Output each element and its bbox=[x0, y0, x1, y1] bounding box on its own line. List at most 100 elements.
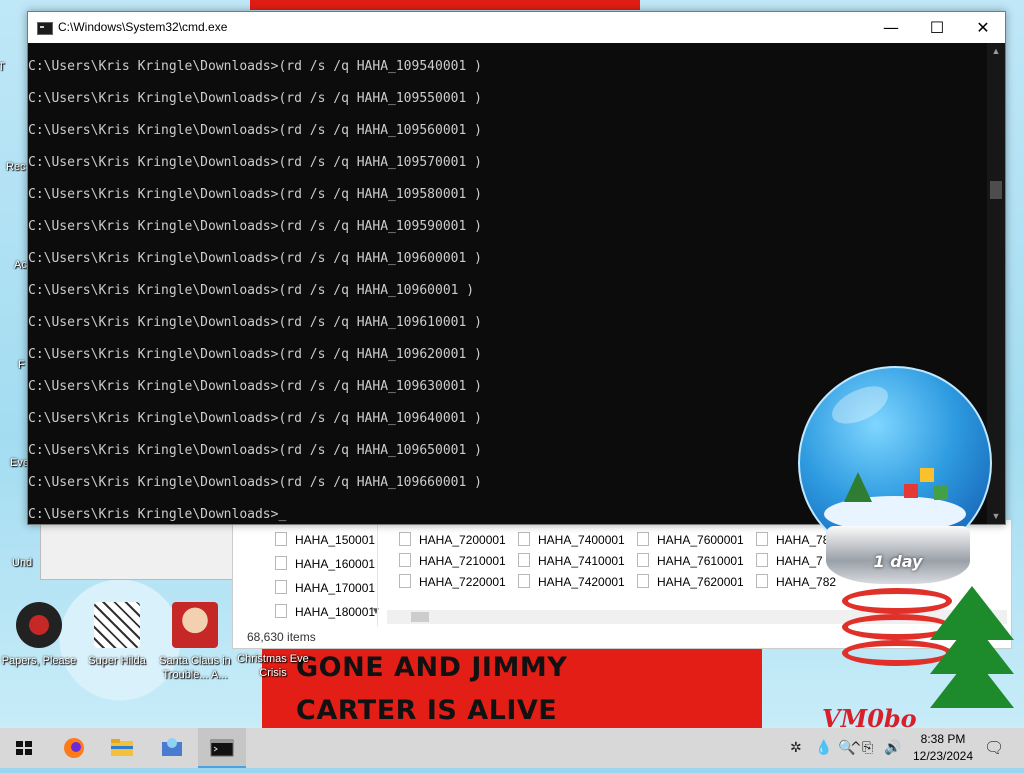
file-name: HAHA_7210001 bbox=[419, 554, 506, 568]
file-item[interactable]: HAHA_78 bbox=[756, 532, 829, 547]
console-line: C:\Users\Kris Kringle\Downloads>(rd /s /… bbox=[28, 475, 482, 490]
network-icon[interactable]: ⎘ bbox=[862, 740, 873, 756]
console-line: C:\Users\Kris Kringle\Downloads>(rd /s /… bbox=[28, 411, 482, 426]
firefox-icon bbox=[64, 738, 84, 758]
desktop-icon-santa-claus[interactable]: Santa Claus in Trouble... A... bbox=[156, 602, 234, 682]
desktop-icon-partial[interactable]: Rec bbox=[6, 160, 28, 174]
console-line: C:\Users\Kris Kringle\Downloads>(rd /s /… bbox=[28, 443, 482, 458]
file-item[interactable]: HAHA_7420001 bbox=[518, 574, 625, 589]
desktop-icon-label: Rec bbox=[6, 161, 26, 173]
scrollbar-thumb[interactable] bbox=[990, 181, 1002, 199]
desktop-icon-partial[interactable]: Und bbox=[12, 556, 40, 570]
wallpaper-text-line1: GONE AND JIMMY bbox=[296, 652, 568, 683]
file-item[interactable]: HAHA_7400001 bbox=[518, 532, 625, 547]
gift-icon bbox=[904, 484, 918, 498]
taskbar-firefox[interactable] bbox=[50, 728, 98, 768]
console-line: C:\Users\Kris Kringle\Downloads>(rd /s /… bbox=[28, 155, 482, 170]
pane-divider[interactable] bbox=[377, 520, 378, 626]
desktop-icon-partial[interactable]: T bbox=[0, 60, 20, 74]
file-icon bbox=[518, 553, 530, 567]
file-name: HAHA_7 bbox=[776, 554, 823, 568]
console-line: C:\Users\Kris Kringle\Downloads>(rd /s /… bbox=[28, 187, 482, 202]
app-icon bbox=[162, 738, 182, 756]
taskbar-file-explorer[interactable] bbox=[98, 728, 146, 768]
file-icon bbox=[275, 556, 287, 570]
windows-logo-icon bbox=[16, 741, 32, 755]
console-line: C:\Users\Kris Kringle\Downloads>(rd /s /… bbox=[28, 251, 482, 266]
file-icon bbox=[275, 604, 287, 618]
desktop-icon-label: Papers, Please bbox=[1, 655, 77, 667]
folder-icon bbox=[111, 739, 133, 756]
console-line: C:\Users\Kris Kringle\Downloads>(rd /s /… bbox=[28, 59, 482, 74]
desktop-icon-label: Christmas Eve Crisis bbox=[237, 653, 309, 679]
file-icon bbox=[756, 532, 768, 546]
scroll-down-icon[interactable]: ▼ bbox=[987, 508, 1005, 524]
desktop-icon-super-hilda[interactable]: Super Hilda bbox=[78, 602, 156, 668]
snow-globe-base: 1 day bbox=[826, 526, 970, 584]
chevron-down-icon[interactable]: ▼ bbox=[371, 606, 381, 617]
file-list-left: HAHA_150001 HAHA_160001 HAHA_170001 HAHA… bbox=[233, 520, 375, 626]
desktop-icon-label: Ac bbox=[14, 259, 27, 271]
clock-time[interactable]: 8:38 PM bbox=[908, 732, 978, 746]
file-name: HAHA_78 bbox=[776, 533, 830, 547]
desktop-icon-label: F bbox=[18, 359, 25, 371]
console-line: C:\Users\Kris Kringle\Downloads>(rd /s /… bbox=[28, 315, 482, 330]
console-line: C:\Users\Kris Kringle\Downloads>(rd /s /… bbox=[28, 91, 482, 106]
start-button[interactable] bbox=[0, 728, 48, 768]
item-count-status: 68,630 items bbox=[247, 630, 316, 644]
notification-icon[interactable]: 🗨 bbox=[984, 738, 1004, 757]
gift-icon bbox=[934, 486, 948, 500]
desktop-icon-label: Santa Claus in Trouble... A... bbox=[159, 655, 231, 681]
console-prompt-line[interactable]: C:\Users\Kris Kringle\Downloads>_ bbox=[28, 507, 286, 522]
file-name: HAHA_7200001 bbox=[419, 533, 506, 547]
desktop-icon-label: Super Hilda bbox=[88, 655, 146, 667]
file-item[interactable]: HAHA_7620001 bbox=[637, 574, 744, 589]
file-icon bbox=[518, 532, 530, 546]
terminal-icon bbox=[210, 739, 234, 757]
scroll-up-icon[interactable]: ▲ bbox=[987, 43, 1005, 59]
wallpaper-text-line2: CARTER IS ALIVE bbox=[296, 695, 558, 726]
tree-icon bbox=[844, 472, 872, 502]
console-line: C:\Users\Kris Kringle\Downloads>(rd /s /… bbox=[28, 283, 475, 298]
console-line: C:\Users\Kris Kringle\Downloads>(rd /s /… bbox=[28, 347, 482, 362]
scrollbar-thumb[interactable] bbox=[411, 612, 429, 622]
file-item[interactable]: HAHA_160001 bbox=[275, 556, 375, 571]
file-item[interactable]: HAHA_7220001 bbox=[399, 574, 506, 589]
taskbar-cmd[interactable] bbox=[198, 728, 246, 768]
file-item[interactable]: HAHA_782 bbox=[756, 574, 836, 589]
desktop-icon-papers-please[interactable]: Papers, Please bbox=[0, 602, 78, 668]
file-item[interactable]: HAHA_7200001 bbox=[399, 532, 506, 547]
minimize-button[interactable]: — bbox=[868, 12, 914, 43]
maximize-button[interactable]: ☐ bbox=[914, 12, 960, 43]
file-item[interactable]: HAHA_7610001 bbox=[637, 553, 744, 568]
volume-icon[interactable]: 🔊 bbox=[884, 740, 901, 756]
desktop-icon-christmas-eve-crisis[interactable]: Christmas Eve Crisis bbox=[234, 652, 312, 680]
taskbar-app[interactable] bbox=[148, 728, 196, 768]
file-item[interactable]: HAHA_7600001 bbox=[637, 532, 744, 547]
file-icon bbox=[399, 574, 411, 588]
file-icon bbox=[275, 532, 287, 546]
file-item[interactable]: HAHA_170001 bbox=[275, 580, 375, 595]
file-name: HAHA_7400001 bbox=[538, 533, 625, 547]
clock-date[interactable]: 12/23/2024 bbox=[908, 749, 978, 763]
title-bar[interactable]: C:\Windows\System32\cmd.exe — ☐ ✕ bbox=[28, 12, 1005, 43]
christmas-tree-icon bbox=[930, 654, 1014, 708]
file-name: HAHA_782 bbox=[776, 575, 837, 589]
close-button[interactable]: ✕ bbox=[960, 12, 1006, 43]
background-window bbox=[40, 520, 236, 580]
droplet-icon[interactable]: 💧 bbox=[815, 740, 832, 756]
file-item[interactable]: HAHA_7410001 bbox=[518, 553, 625, 568]
file-item[interactable]: HAHA_7210001 bbox=[399, 553, 506, 568]
window-title: C:\Windows\System32\cmd.exe bbox=[58, 20, 228, 34]
file-name: HAHA_160001 bbox=[295, 557, 376, 571]
file-item[interactable]: HAHA_180001 bbox=[275, 604, 375, 619]
network-tray-icon[interactable]: ✲ bbox=[790, 740, 802, 756]
file-icon bbox=[275, 580, 287, 594]
file-icon bbox=[756, 553, 768, 567]
file-item[interactable]: HAHA_7 bbox=[756, 553, 823, 568]
console-app-icon[interactable] bbox=[37, 22, 53, 35]
file-icon bbox=[756, 574, 768, 588]
chevron-up-icon[interactable]: ^ bbox=[850, 740, 862, 756]
file-item[interactable]: HAHA_150001 bbox=[275, 532, 375, 547]
file-icon bbox=[399, 553, 411, 567]
